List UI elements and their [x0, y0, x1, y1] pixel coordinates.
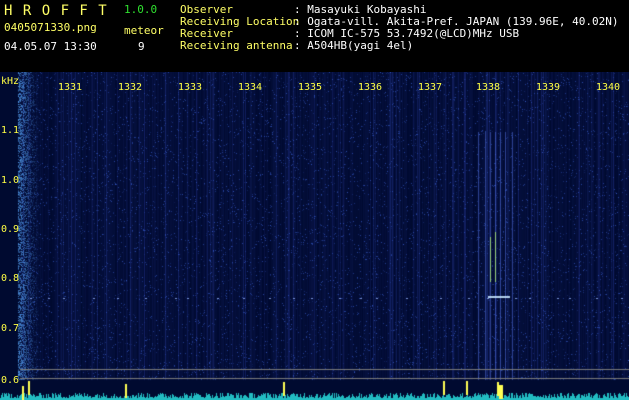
x-tick-label: 1333 [178, 82, 202, 93]
y-tick-label: 0.8 [1, 273, 19, 284]
location-label: Receiving Location [180, 15, 300, 28]
y-tick-label: 1.1 [1, 125, 19, 136]
receiver-value: : ICOM IC-575 53.7492(@LCD)MHz USB [294, 27, 520, 40]
spectrogram-axes: kHz 1.1 1.0 0.9 0.8 0.7 0.6 1331 1332 13… [1, 76, 620, 386]
file-datetime: 04.05.07 13:30 [4, 40, 97, 53]
app-title: H R O F F T [4, 3, 108, 19]
antenna-label: Receiving antenna [180, 39, 293, 52]
x-tick-label: 1338 [476, 82, 500, 93]
x-tick-label: 1332 [118, 82, 142, 93]
observer-label: Observer [180, 3, 233, 16]
y-tick-label: 0.6 [1, 375, 19, 386]
x-tick-label: 1331 [58, 82, 82, 93]
x-tick-label: 1335 [298, 82, 322, 93]
antenna-value: : A504HB(yagi 4el) [294, 39, 414, 52]
receiver-label: Receiver [180, 27, 233, 40]
unit-label: kHz [1, 76, 19, 87]
x-tick-label: 1336 [358, 82, 382, 93]
observer-value: : Masayuki Kobayashi [294, 3, 427, 16]
y-tick-label: 1.0 [1, 175, 19, 186]
x-tick-label: 1337 [418, 82, 442, 93]
file-name: 0405071330.png [4, 21, 97, 34]
x-tick-label: 1339 [536, 82, 560, 93]
y-axis-ticks: 1.1 1.0 0.9 0.8 0.7 0.6 [1, 125, 19, 386]
app-version: 1.0.0 [124, 3, 158, 16]
header-panel: H R O F F T 1.0.0 0405071330.png meteor … [0, 0, 629, 72]
y-tick-label: 0.9 [1, 224, 19, 235]
x-tick-label: 1340 [596, 82, 620, 93]
meteor-count: 9 [138, 40, 145, 53]
x-axis-ticks: 1331 1332 1333 1334 1335 1336 1337 1338 … [58, 82, 620, 93]
y-tick-label: 0.7 [1, 323, 19, 334]
location-value: : Ogata-vill. Akita-Pref. JAPAN (139.96E… [294, 15, 619, 28]
x-tick-label: 1334 [238, 82, 262, 93]
meteor-label: meteor [124, 24, 164, 37]
